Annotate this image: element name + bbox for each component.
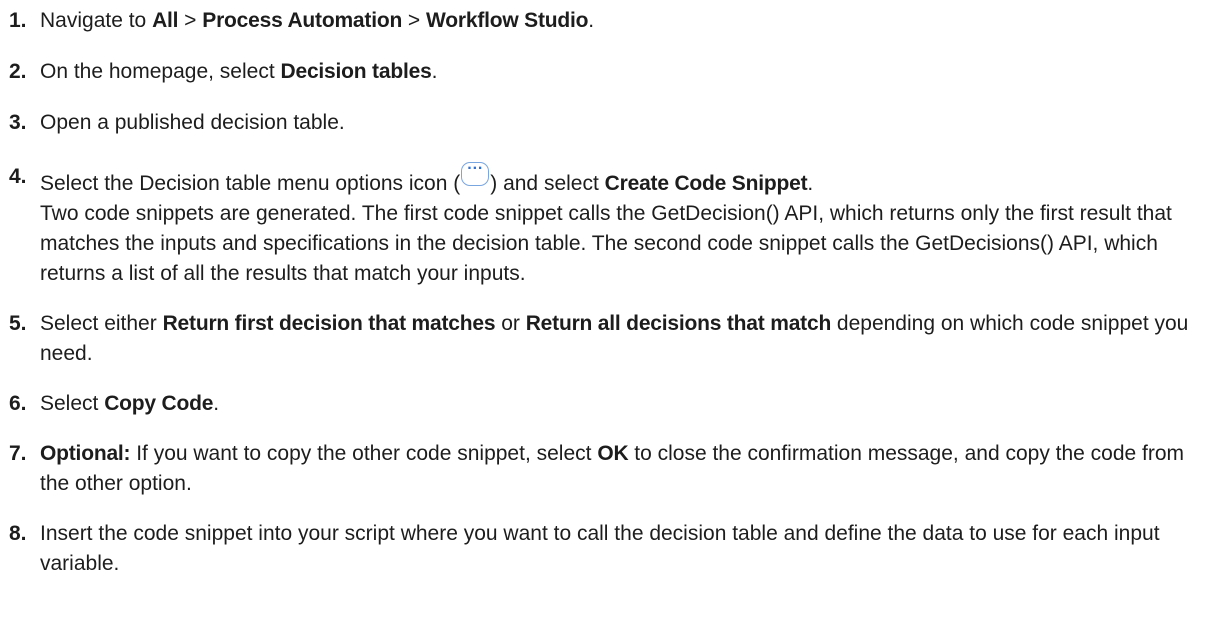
step-number: 8. — [9, 522, 27, 545]
step-text: On the homepage, select Decision tables. — [40, 60, 438, 83]
step-number: 2. — [9, 60, 27, 83]
menu-path-workflow-studio: Workflow Studio — [426, 9, 589, 32]
procedure-steps: 1. Navigate to All > Process Automation … — [0, 0, 1229, 579]
step-text: Open a published decision table. — [40, 111, 345, 134]
optional-label: Optional: — [40, 442, 131, 465]
more-options-icon: ··· — [461, 160, 490, 186]
step-4: 4. Select the Decision table menu option… — [0, 160, 1229, 289]
step-text: Insert the code snippet into your script… — [40, 522, 1160, 575]
step-3: 3. Open a published decision table. — [0, 108, 1229, 138]
step-number: 5. — [9, 312, 27, 335]
step-number: 7. — [9, 442, 27, 465]
return-all-decisions-label: Return all decisions that match — [525, 312, 832, 335]
menu-path-process-automation: Process Automation — [202, 9, 403, 32]
step-number: 1. — [9, 9, 27, 32]
step-6: 6. Select Copy Code. — [0, 389, 1229, 419]
step-number: 4. — [9, 165, 27, 188]
create-code-snippet-label: Create Code Snippet — [604, 172, 808, 195]
step-7: 7. Optional: If you want to copy the oth… — [0, 439, 1229, 499]
menu-path-all: All — [152, 9, 179, 32]
step-detail: Two code snippets are generated. The fir… — [40, 202, 1172, 285]
step-text: Select the Decision table menu options i… — [40, 160, 814, 195]
return-first-decision-label: Return first decision that matches — [162, 312, 496, 335]
ok-label: OK — [597, 442, 629, 465]
decision-tables-label: Decision tables — [280, 60, 432, 83]
step-1: 1. Navigate to All > Process Automation … — [0, 6, 1229, 36]
step-number: 6. — [9, 392, 27, 415]
step-text: Optional: If you want to copy the other … — [40, 442, 1185, 495]
step-number: 3. — [9, 111, 27, 134]
copy-code-label: Copy Code — [104, 392, 214, 415]
step-text: Select either Return first decision that… — [40, 312, 1189, 365]
step-text: Select Copy Code. — [40, 392, 220, 415]
step-8: 8. Insert the code snippet into your scr… — [0, 519, 1229, 579]
step-text: Navigate to All > Process Automation > W… — [40, 9, 595, 32]
step-5: 5. Select either Return first decision t… — [0, 309, 1229, 369]
step-2: 2. On the homepage, select Decision tabl… — [0, 57, 1229, 87]
